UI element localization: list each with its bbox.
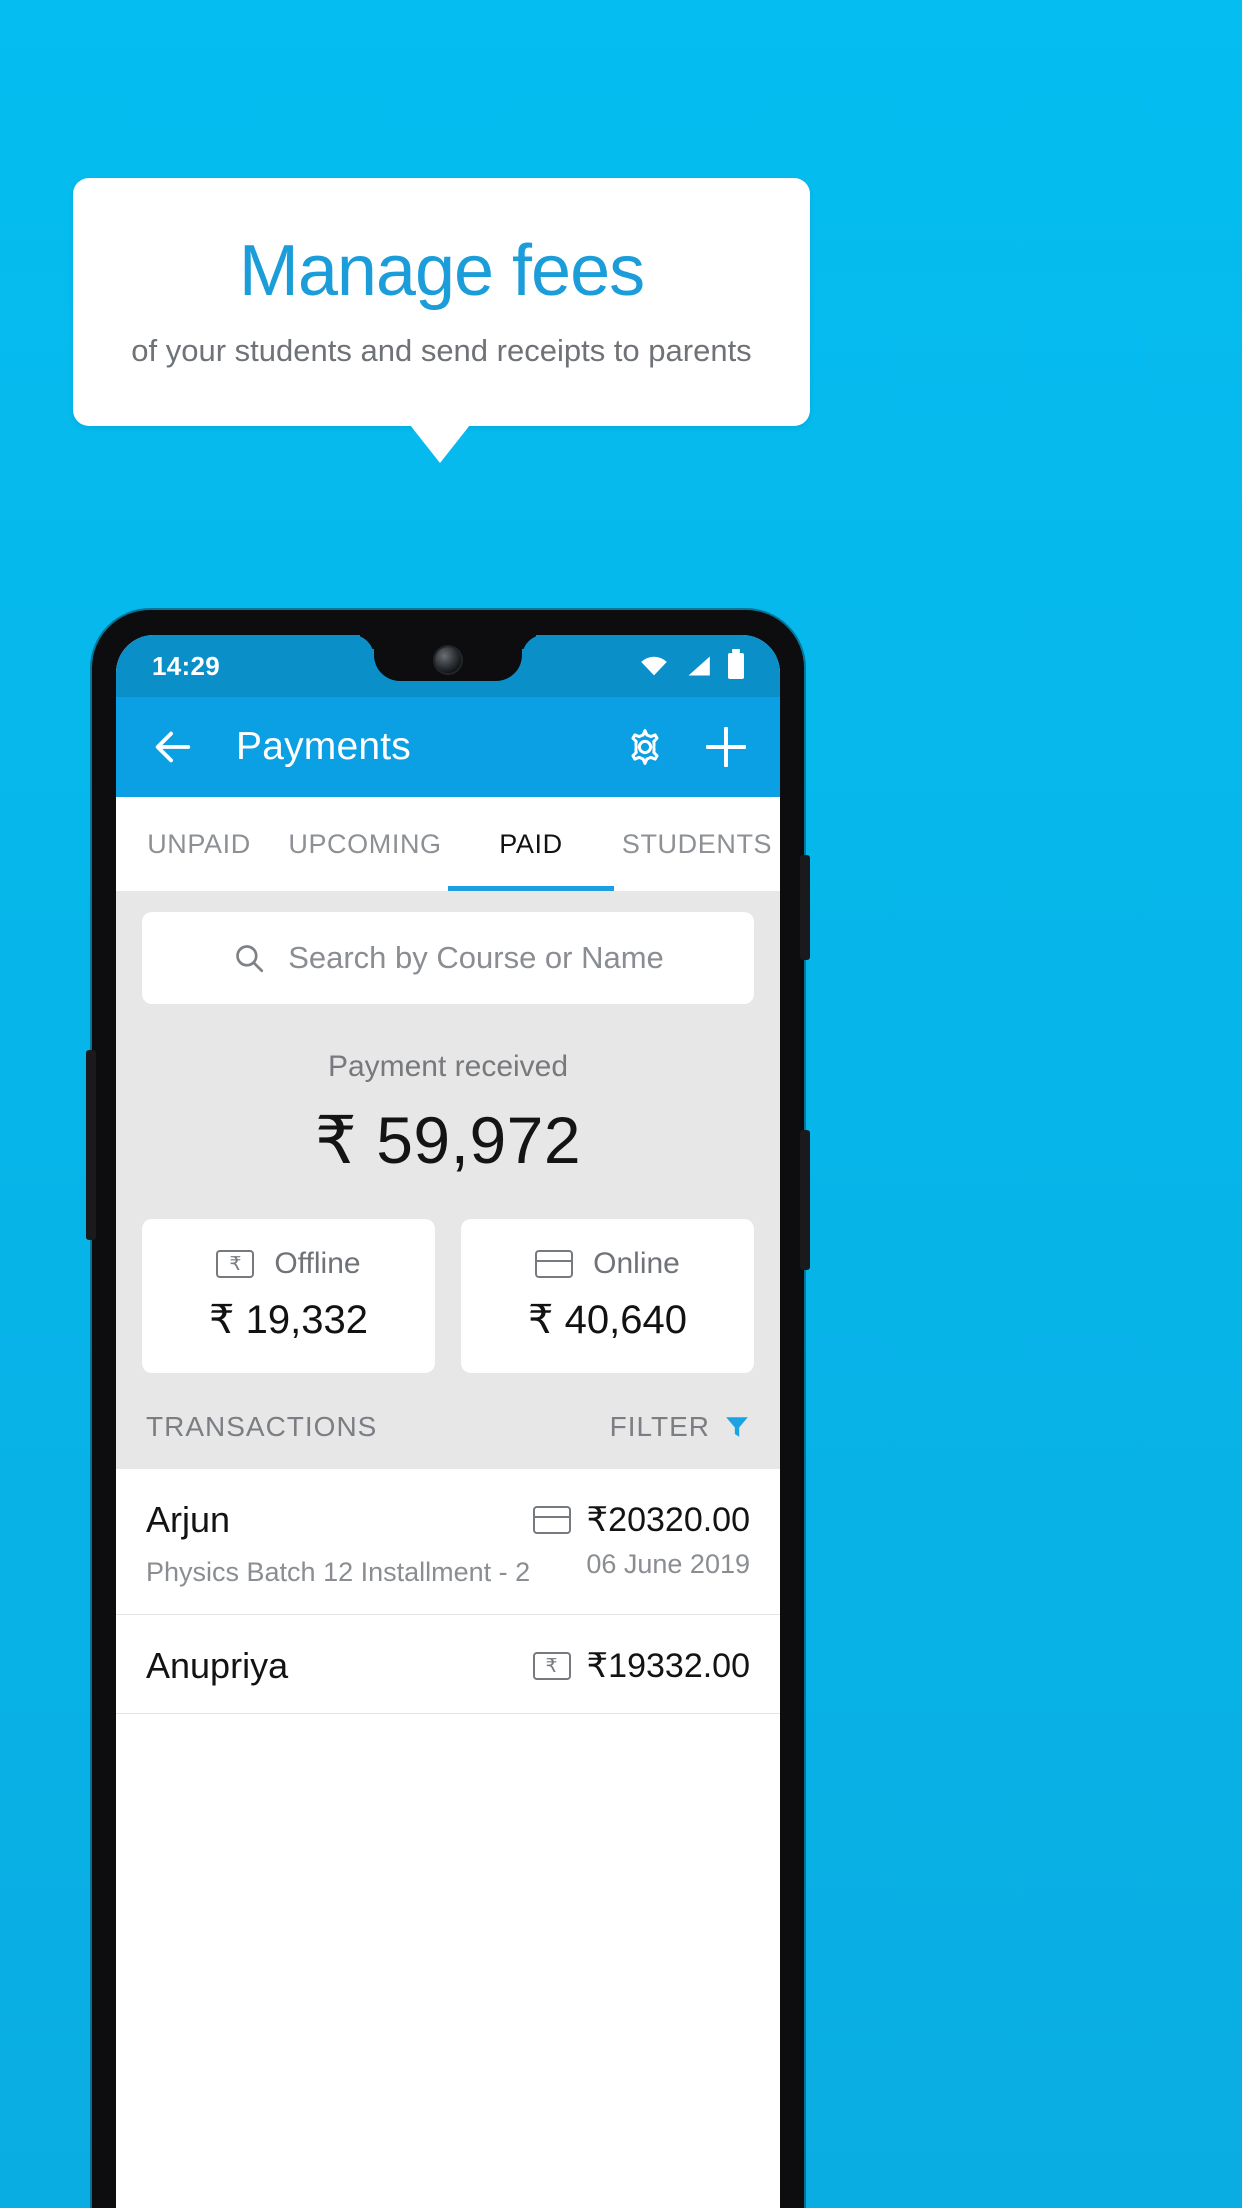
transactions-title: TRANSACTIONS (146, 1411, 378, 1442)
rupee-note-icon: ₹ (532, 1652, 571, 1680)
app-bar-actions (624, 726, 746, 768)
funnel-icon (726, 1417, 748, 1437)
table-row[interactable]: Anupriya ₹ ₹19332.00 (116, 1615, 780, 1714)
tab-students[interactable]: STUDENTS (614, 797, 780, 891)
transaction-amount-group: ₹ ₹19332.00 (532, 1646, 750, 1686)
promo-subtitle: of your students and send receipts to pa… (131, 333, 752, 368)
transaction-amount: ₹19332.00 (586, 1647, 750, 1685)
gear-icon[interactable] (624, 726, 666, 768)
offline-card-head: ₹ Offline (216, 1247, 361, 1281)
promo-card: Manage fees of your students and send re… (73, 178, 810, 426)
transaction-primary-line: Arjun ₹20320.00 (146, 1499, 750, 1541)
status-icons (640, 649, 744, 679)
signal-icon (688, 656, 710, 676)
credit-card-icon (535, 1250, 574, 1278)
rupee-note-icon: ₹ (216, 1250, 255, 1278)
offline-card[interactable]: ₹ Offline ₹ 19,332 (142, 1219, 435, 1373)
battery-icon (728, 649, 744, 679)
phone-frame: 14:29 Payments UNPAID UPCOMING PAID STUD… (86, 610, 810, 2208)
status-bar: 14:29 (116, 635, 780, 697)
phone-notch (374, 635, 522, 681)
filter-button[interactable]: FILTER (610, 1411, 750, 1443)
transaction-course: Physics Batch 12 Installment - 2 (146, 1557, 531, 1587)
tab-paid[interactable]: PAID (448, 797, 614, 891)
search-placeholder: Search by Course or Name (288, 940, 664, 975)
transaction-list: Arjun ₹20320.00 Physics Batch 12 Install… (116, 1469, 780, 1714)
transaction-secondary-line: Physics Batch 12 Installment - 2 06 June… (146, 1541, 750, 1588)
search-icon (236, 945, 264, 973)
offline-amount: ₹ 19,332 (209, 1298, 368, 1342)
status-time: 14:29 (152, 650, 220, 681)
online-label: Online (593, 1247, 680, 1280)
credit-card-icon (532, 1506, 571, 1534)
promo-card-tail (410, 425, 470, 463)
phone-button-power (800, 1130, 810, 1270)
filter-label: FILTER (609, 1411, 710, 1442)
wifi-icon (641, 656, 667, 676)
offline-label: Offline (274, 1247, 361, 1280)
summary-amount: ₹ 59,972 (314, 1103, 582, 1177)
phone-button-volume-down (86, 1050, 96, 1240)
phone-screen: 14:29 Payments UNPAID UPCOMING PAID STUD… (116, 635, 780, 2208)
transaction-name: Anupriya (146, 1645, 289, 1686)
transactions-header: TRANSACTIONS FILTER (116, 1373, 780, 1469)
table-row[interactable]: Arjun ₹20320.00 Physics Batch 12 Install… (116, 1469, 780, 1615)
transaction-name: Arjun (146, 1499, 231, 1540)
online-card-head: Online (535, 1247, 680, 1281)
promo-title: Manage fees (238, 231, 645, 311)
transaction-date: 06 June 2019 (586, 1549, 750, 1579)
payment-method-cards: ₹ Offline ₹ 19,332 Online ₹ 40,640 (116, 1185, 780, 1373)
online-amount: ₹ 40,640 (528, 1298, 687, 1342)
payment-summary: Payment received ₹ 59,972 (116, 1026, 780, 1185)
page-title: Payments (236, 725, 412, 768)
summary-label: Payment received (327, 1050, 569, 1083)
online-card[interactable]: Online ₹ 40,640 (461, 1219, 754, 1373)
screen-content: Search by Course or Name Payment receive… (116, 892, 780, 1714)
front-camera (435, 647, 461, 673)
transaction-primary-line: Anupriya ₹ ₹19332.00 (146, 1645, 750, 1687)
transaction-amount: ₹20320.00 (586, 1501, 750, 1539)
search-section: Search by Course or Name (116, 892, 780, 1026)
transaction-amount-group: ₹20320.00 (532, 1500, 750, 1540)
phone-button-volume-up (800, 855, 810, 960)
search-input[interactable]: Search by Course or Name (142, 912, 754, 1004)
back-arrow-icon[interactable] (150, 724, 196, 770)
app-bar: Payments (116, 697, 780, 797)
tab-unpaid[interactable]: UNPAID (116, 797, 282, 891)
plus-icon[interactable] (706, 727, 746, 767)
tab-bar: UNPAID UPCOMING PAID STUDENTS (116, 797, 780, 892)
tab-upcoming[interactable]: UPCOMING (282, 797, 448, 891)
